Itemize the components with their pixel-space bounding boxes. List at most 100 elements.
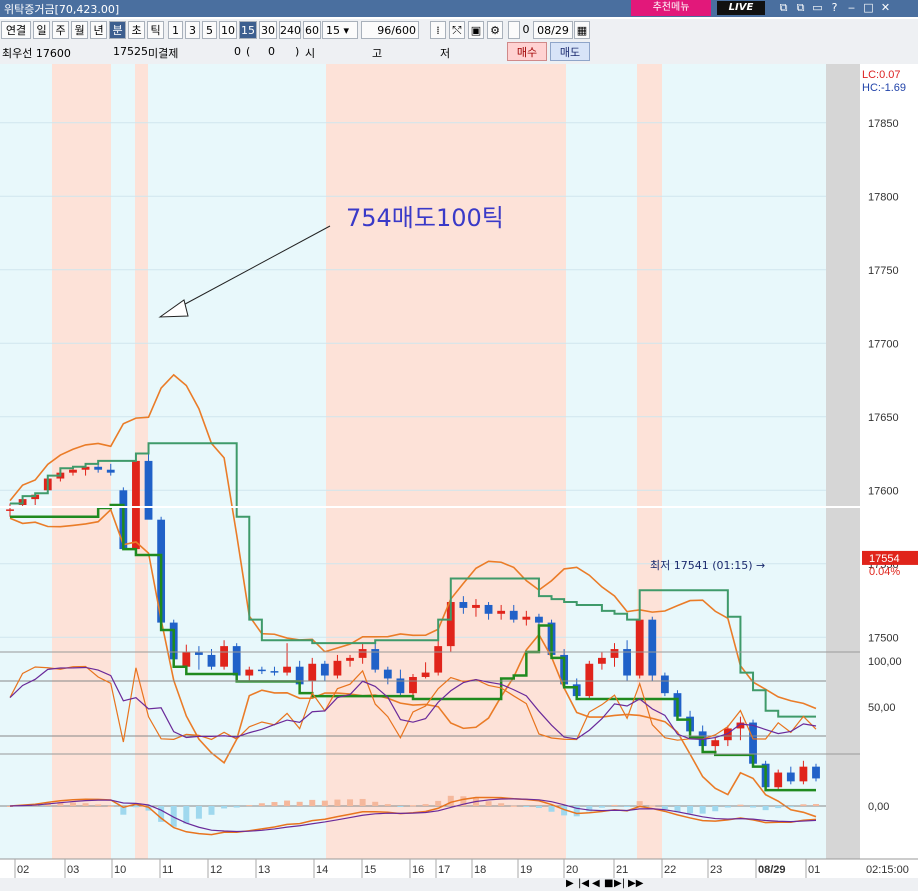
tool-icon[interactable]: ⤲: [449, 21, 465, 39]
candle-body: [257, 669, 266, 672]
candle-body: [182, 652, 191, 667]
histogram-bar: [246, 805, 253, 807]
interval-button-15[interactable]: 15: [239, 21, 257, 39]
interval-button-3[interactable]: 3: [185, 21, 200, 39]
candle-body: [509, 610, 518, 620]
date-checkbox[interactable]: [508, 21, 520, 39]
window-control-2[interactable]: ⧉: [792, 0, 809, 16]
minimize-icon[interactable]: ‒: [843, 0, 860, 16]
histogram-bar: [737, 804, 744, 806]
checkbox-label: 0: [522, 23, 530, 36]
period-button-6[interactable]: 초: [128, 21, 145, 39]
candle-body: [459, 602, 468, 608]
calendar-icon[interactable]: ▦: [574, 21, 590, 39]
live-badge[interactable]: LIVE: [717, 1, 765, 15]
candle-body: [94, 466, 103, 470]
histogram-bar: [258, 803, 265, 806]
time-tick-label: 08/29: [758, 864, 786, 876]
scroll-last-icon[interactable]: ▶|: [614, 878, 625, 889]
interval-select[interactable]: 15 ▾: [322, 21, 358, 39]
period-button-1[interactable]: 일: [33, 21, 50, 39]
chart-type-icon[interactable]: ⁞: [430, 21, 446, 39]
time-tick-label: 02: [17, 864, 29, 876]
time-tick-label: 03: [67, 864, 79, 876]
histogram-bar: [221, 806, 228, 809]
window-control-1[interactable]: ⧉: [775, 0, 792, 16]
histogram-bar: [813, 804, 819, 806]
candle-body: [346, 657, 354, 661]
interval-button-10[interactable]: 10: [219, 21, 237, 39]
time-tick-label: 13: [258, 864, 270, 876]
period-button-2[interactable]: 주: [52, 21, 69, 39]
buy-button[interactable]: 매수: [507, 42, 547, 61]
candle-body: [383, 669, 392, 679]
settings-icon[interactable]: ⚙: [487, 21, 503, 39]
time-tick-label: 11: [162, 864, 173, 876]
scroll-back-icon[interactable]: ◀: [592, 878, 600, 889]
interval-button-240[interactable]: 240: [279, 21, 301, 39]
lc-label: LC:0.07: [862, 69, 901, 81]
time-tick-label: 15: [364, 864, 376, 876]
histogram-bar: [359, 798, 366, 806]
histogram-bar: [422, 804, 429, 806]
recommend-menu-button[interactable]: 추천메뉴: [631, 0, 711, 16]
histogram-bar: [649, 805, 656, 807]
price-tick-label: 17650: [868, 412, 899, 424]
histogram-bar: [410, 805, 416, 807]
scroll-stop-icon[interactable]: ■: [604, 878, 613, 889]
close-icon[interactable]: ✕: [877, 0, 894, 16]
best-ask: 17525: [113, 45, 148, 58]
interval-button-60[interactable]: 60: [303, 21, 321, 39]
indicator1-tick-100: 100,00: [868, 656, 902, 668]
right-margin-area: [826, 64, 860, 859]
date-field[interactable]: 08/29: [533, 21, 573, 39]
candle-body: [598, 657, 606, 664]
candle-body: [245, 669, 254, 676]
period-button-7[interactable]: 틱: [147, 21, 164, 39]
price-tick-label: 17750: [868, 265, 899, 277]
count-field[interactable]: 96/600: [361, 21, 419, 39]
scroll-bar[interactable]: ▶ |◀ ◀ ■ ▶| ▶▶: [0, 878, 918, 891]
candle-body: [648, 619, 657, 676]
candle-body: [270, 671, 279, 673]
candle-body: [774, 772, 783, 788]
candle-body: [522, 616, 531, 620]
interval-button-1[interactable]: 1: [168, 21, 183, 39]
histogram-bar: [498, 803, 505, 806]
histogram-bar: [233, 806, 240, 808]
scroll-first-icon[interactable]: |◀: [578, 878, 589, 889]
save-icon[interactable]: ▣: [468, 21, 484, 39]
period-button-4[interactable]: 년: [90, 21, 107, 39]
current-price: 17554: [869, 553, 900, 565]
candle-body: [144, 460, 153, 520]
histogram-bar: [535, 806, 542, 808]
window-control-3[interactable]: ▭: [809, 0, 826, 16]
period-button-0[interactable]: 연결: [1, 21, 31, 39]
interval-button-5[interactable]: 5: [202, 21, 217, 39]
price-chart[interactable]: 1785017800177501770017650176001755017500…: [0, 64, 918, 878]
histogram-bar: [372, 801, 379, 806]
scroll-forward-icon[interactable]: ▶▶: [628, 878, 643, 889]
period-button-5[interactable]: 분: [109, 21, 126, 39]
histogram-bar: [107, 805, 114, 807]
candle-body: [283, 666, 291, 673]
indicator1-tick-50: 50,00: [868, 702, 896, 714]
help-icon[interactable]: ?: [826, 0, 843, 16]
maximize-icon[interactable]: □: [860, 0, 877, 16]
histogram-bar: [624, 806, 631, 807]
histogram-bar: [800, 804, 807, 806]
candle-body: [472, 604, 480, 608]
time-axis-current: 02:15:00: [866, 864, 909, 876]
candle-body: [232, 646, 241, 676]
candle-body: [409, 676, 417, 694]
interval-button-30[interactable]: 30: [259, 21, 277, 39]
candle-body: [812, 766, 820, 779]
candle-body: [220, 646, 228, 667]
sell-button[interactable]: 매도: [550, 42, 590, 61]
time-tick-label: 10: [114, 864, 126, 876]
period-button-3[interactable]: 월: [71, 21, 88, 39]
scroll-play-icon[interactable]: ▶: [566, 878, 574, 889]
window-title: 위탁증거금[70,423.00]: [4, 3, 120, 16]
high-label: 고: [372, 47, 383, 60]
histogram-bar: [435, 800, 442, 806]
